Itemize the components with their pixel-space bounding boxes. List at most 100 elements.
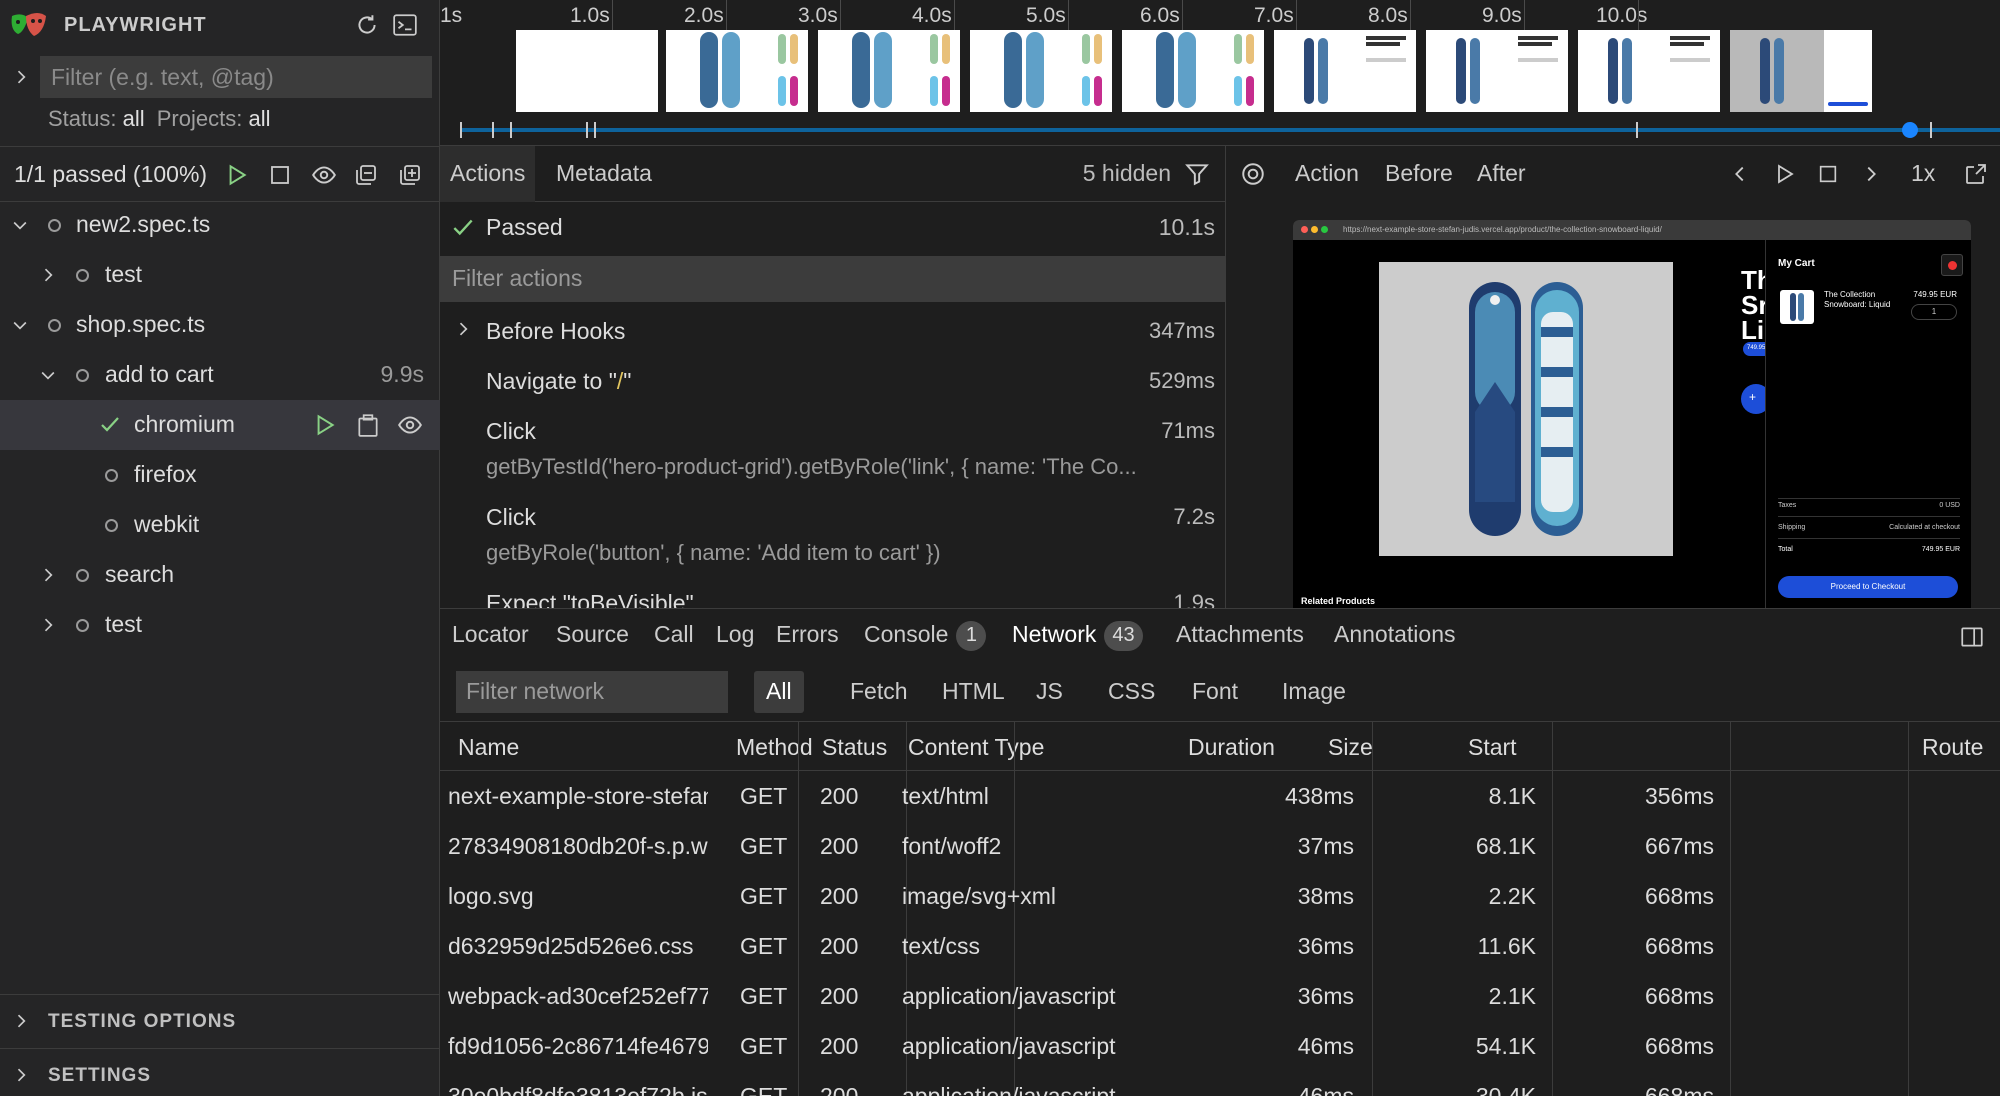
filmstrip-frame[interactable]: [818, 30, 960, 112]
column-size[interactable]: Size: [1328, 734, 1373, 761]
tree-item-new2-spec[interactable]: new2.spec.ts: [0, 200, 440, 250]
filter-chip-js[interactable]: JS: [1024, 671, 1075, 713]
network-row[interactable]: d632959d25d526e6.css GET 200 text/css 36ms 11…: [440, 921, 2000, 971]
filmstrip-frame[interactable]: [516, 30, 658, 112]
tab-annotations[interactable]: Annotations: [1334, 621, 1455, 648]
projects-value[interactable]: all: [248, 106, 270, 131]
chevron-right-icon[interactable]: [36, 563, 60, 587]
reload-icon[interactable]: [352, 10, 382, 40]
chevron-right-icon[interactable]: [10, 1064, 32, 1086]
tab-before[interactable]: Before: [1385, 160, 1453, 187]
filter-chip-image[interactable]: Image: [1270, 671, 1358, 713]
timeline-filmstrip[interactable]: 1s 1.0s 2.0s 3.0s 4.0s 5.0s 6.0s 7.0s 8.0s 9.0s 1…: [440, 0, 2000, 146]
tree-item-test[interactable]: test: [0, 600, 440, 650]
tab-call[interactable]: Call: [654, 621, 694, 648]
filmstrip-frame[interactable]: [1426, 30, 1568, 112]
filter-chip-all[interactable]: All: [754, 671, 804, 713]
tree-item-chromium[interactable]: chromium: [0, 400, 440, 450]
column-method[interactable]: Method: [736, 734, 813, 761]
stop-icon[interactable]: [266, 161, 294, 189]
column-name[interactable]: Name: [458, 734, 519, 761]
column-status[interactable]: Status: [822, 734, 887, 761]
tree-item-shop-spec[interactable]: shop.spec.ts: [0, 300, 440, 350]
tab-metadata[interactable]: Metadata: [546, 146, 662, 202]
action-item-click[interactable]: Click 71ms getByTestId('hero-product-gri…: [440, 406, 1225, 492]
status-value[interactable]: all: [123, 106, 145, 131]
tree-item-test[interactable]: test: [0, 250, 440, 300]
quantity-stepper[interactable]: 1: [1911, 304, 1957, 320]
proceed-to-checkout-button[interactable]: Proceed to Checkout: [1778, 576, 1958, 598]
status-projects-filter[interactable]: Status: all Projects: all: [48, 106, 270, 132]
filter-icon[interactable]: [1183, 160, 1211, 188]
tab-locator[interactable]: Locator: [452, 621, 529, 648]
run-all-icon[interactable]: [222, 161, 250, 189]
chevron-down-icon[interactable]: [8, 313, 32, 337]
play-icon[interactable]: [1770, 160, 1798, 188]
filter-actions-input[interactable]: Filter actions: [440, 256, 1225, 302]
filmstrip-frame[interactable]: [1730, 30, 1872, 112]
timeline-track[interactable]: [460, 128, 2000, 132]
previous-icon[interactable]: [1726, 160, 1754, 188]
action-item-navigate[interactable]: Navigate to "/" 529ms: [440, 356, 1225, 406]
chevron-right-icon[interactable]: [36, 263, 60, 287]
action-item-before-hooks[interactable]: Before Hooks 347ms: [440, 306, 1225, 356]
next-icon[interactable]: [1857, 160, 1885, 188]
tab-attachments[interactable]: Attachments: [1176, 621, 1304, 648]
go-to-source-icon[interactable]: [354, 411, 382, 439]
timeline-playhead[interactable]: [1902, 122, 1918, 138]
filter-chip-html[interactable]: HTML: [930, 671, 1017, 713]
column-duration[interactable]: Duration: [1188, 734, 1275, 761]
stop-icon[interactable]: [1814, 160, 1842, 188]
filmstrip-frame[interactable]: [970, 30, 1112, 112]
filmstrip-frame[interactable]: [1122, 30, 1264, 112]
collapse-all-icon[interactable]: [352, 161, 380, 189]
tree-item-firefox[interactable]: firefox: [0, 450, 440, 500]
network-row[interactable]: 27834908180db20f-s.p.woff2 GET 200 font/wof…: [440, 821, 2000, 871]
settings-section[interactable]: SETTINGS: [0, 1048, 440, 1096]
filmstrip-frame[interactable]: [666, 30, 808, 112]
toggle-sidebar-icon[interactable]: [1958, 623, 1986, 651]
action-item-expect[interactable]: Expect "toBeVisible" 1.9s: [440, 578, 1225, 608]
network-row[interactable]: fd9d1056-2c86714fe467916... GET 200 applica…: [440, 1021, 2000, 1071]
tab-source[interactable]: Source: [556, 621, 629, 648]
tab-network[interactable]: Network 43: [1012, 621, 1143, 651]
network-row[interactable]: next-example-store-stefan-j... GET 200 text…: [440, 771, 2000, 821]
chevron-down-icon[interactable]: [8, 213, 32, 237]
open-external-icon[interactable]: [1962, 160, 1990, 188]
cart-item-name[interactable]: The Collection Snowboard: Liquid: [1824, 290, 1902, 310]
network-row[interactable]: 30e0bdf8dfe3813ef72b.js GET 200 application…: [440, 1071, 2000, 1096]
tree-item-webkit[interactable]: webkit: [0, 500, 440, 550]
network-row[interactable]: logo.svg GET 200 image/svg+xml 38ms 2.2K 668ms: [440, 871, 2000, 921]
watch-test-icon[interactable]: [396, 411, 424, 439]
column-route[interactable]: Route: [1922, 734, 1983, 761]
chevron-right-icon[interactable]: [36, 613, 60, 637]
page-snapshot[interactable]: https://next-example-store-stefan-judis.…: [1293, 220, 1971, 608]
testing-options-section[interactable]: TESTING OPTIONS: [0, 994, 440, 1048]
tab-console[interactable]: Console 1: [864, 621, 987, 651]
pick-locator-icon[interactable]: [1239, 160, 1267, 188]
chevron-right-icon[interactable]: [10, 66, 32, 88]
filter-chip-css[interactable]: CSS: [1096, 671, 1167, 713]
tab-actions[interactable]: Actions: [440, 146, 536, 202]
tab-action[interactable]: Action: [1295, 160, 1359, 187]
expand-all-icon[interactable]: [396, 161, 424, 189]
filter-chip-fetch[interactable]: Fetch: [838, 671, 920, 713]
tree-item-add-to-cart[interactable]: add to cart 9.9s: [0, 350, 440, 400]
network-row[interactable]: webpack-ad30cef252ef7781.js GET 200 applica…: [440, 971, 2000, 1021]
chevron-right-icon[interactable]: [452, 318, 474, 340]
tree-item-search[interactable]: search: [0, 550, 440, 600]
close-cart-button[interactable]: [1941, 254, 1963, 276]
run-test-icon[interactable]: [310, 411, 338, 439]
action-item-click[interactable]: Click 7.2s getByRole('button', { name: '…: [440, 492, 1225, 578]
chevron-down-icon[interactable]: [36, 363, 60, 387]
filmstrip-frame[interactable]: [1274, 30, 1416, 112]
tab-after[interactable]: After: [1477, 160, 1526, 187]
watch-all-icon[interactable]: [310, 161, 338, 189]
network-filter-input[interactable]: Filter network: [456, 671, 728, 713]
chevron-right-icon[interactable]: [10, 1010, 32, 1032]
column-content-type[interactable]: Content Type: [908, 734, 1044, 761]
tab-errors[interactable]: Errors: [776, 621, 839, 648]
filter-chip-font[interactable]: Font: [1180, 671, 1250, 713]
column-start[interactable]: Start: [1468, 734, 1517, 761]
hidden-count[interactable]: 5 hidden: [1083, 160, 1171, 187]
